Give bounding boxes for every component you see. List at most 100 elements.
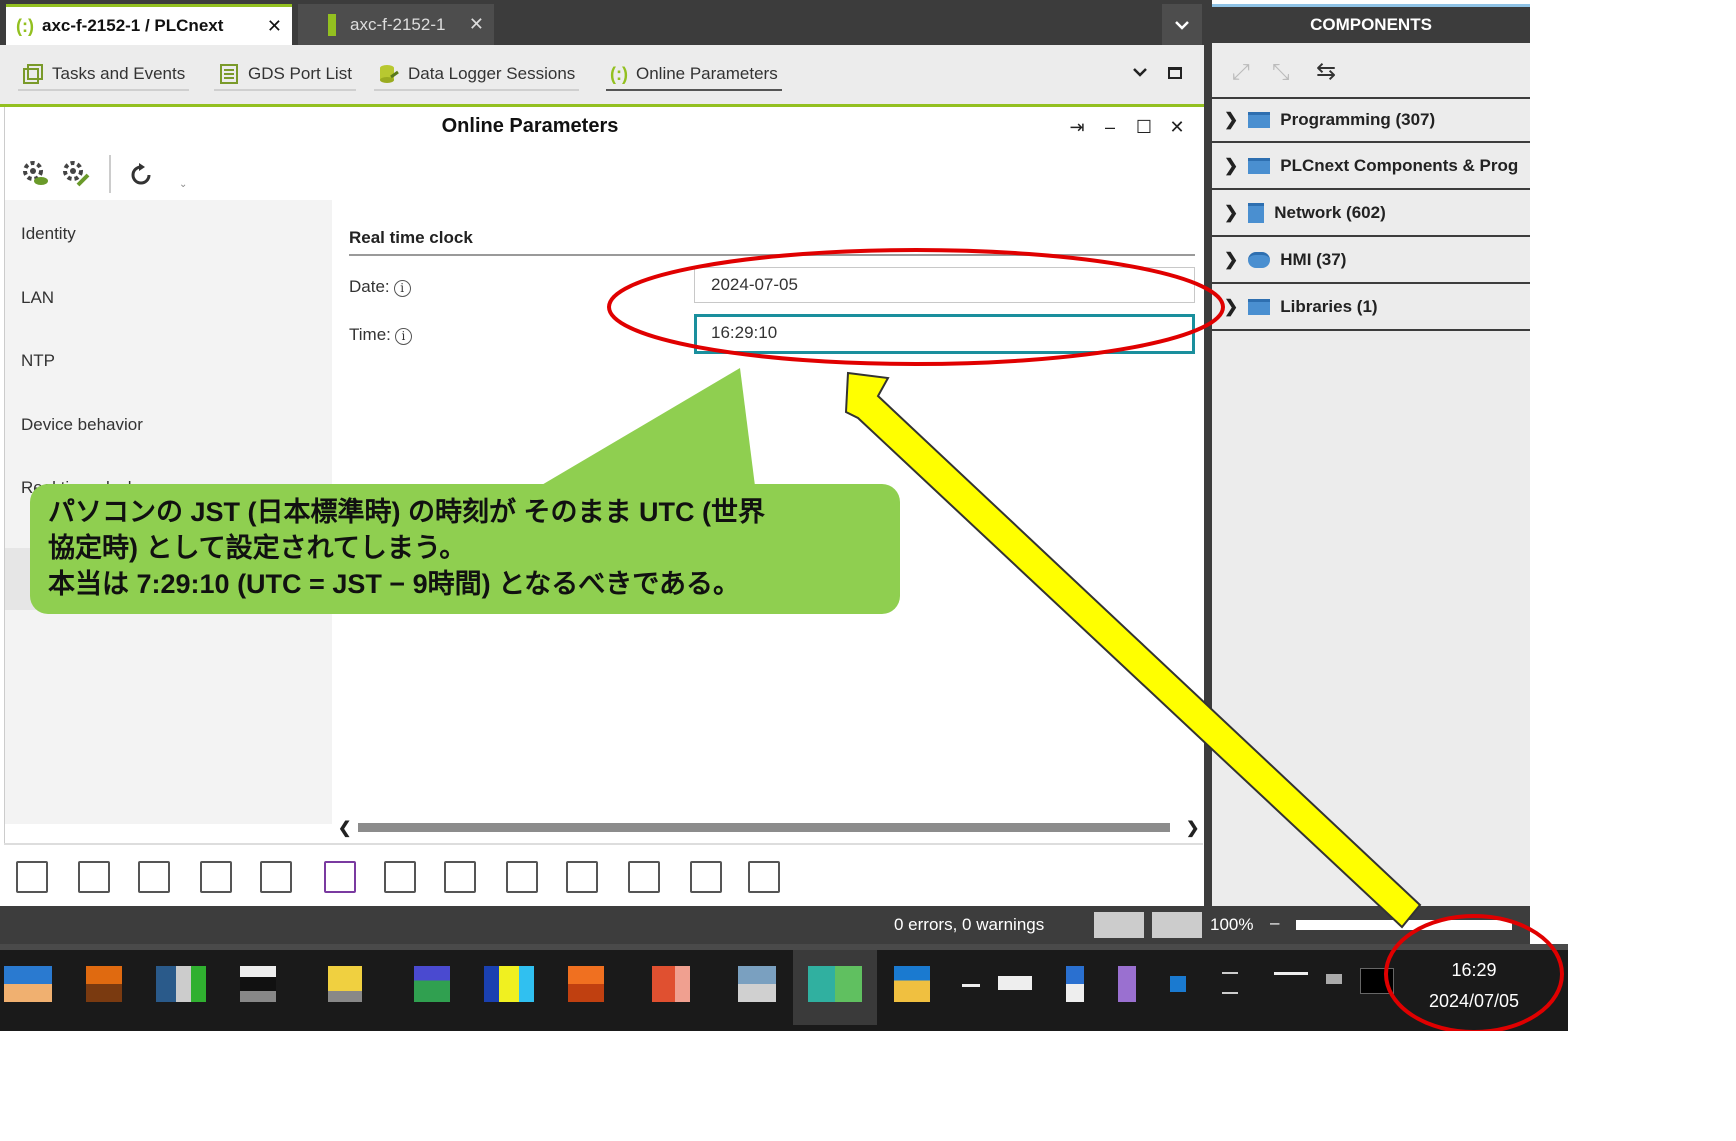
subtab-label: GDS Port List — [248, 64, 352, 83]
chevron-right-icon: ❯ — [1224, 297, 1239, 316]
date-field[interactable]: 2024-07-05 — [694, 267, 1195, 303]
chevron-right-icon: ❯ — [1224, 156, 1239, 175]
toggle-icon[interactable] — [690, 861, 722, 893]
subtab-online-parameters[interactable]: (:) Online Parameters — [606, 59, 782, 91]
taskbar-app-icon[interactable] — [240, 966, 276, 1002]
taskbar-app-icon[interactable] — [1066, 966, 1084, 1002]
info-icon[interactable]: i — [393, 280, 411, 297]
system-clock[interactable]: 16:29 2024/07/05 — [1420, 955, 1528, 1017]
taskbar-app-icon[interactable] — [1274, 972, 1308, 975]
section-title: Real time clock — [349, 228, 1195, 256]
component-plcnext-components[interactable]: ❯ PLCnext Components & Prog — [1212, 144, 1530, 190]
nav-item-device-behavior[interactable]: Device behavior — [21, 415, 143, 435]
network-device-icon — [1248, 203, 1265, 223]
document-tab-strip: (:) axc-f-2152-1 / PLCnext ✕ axc-f-2152-… — [0, 0, 1204, 45]
taskbar-app-icon[interactable] — [998, 976, 1032, 990]
variables-icon[interactable] — [200, 861, 232, 893]
close-icon[interactable]: ✕ — [1165, 117, 1189, 138]
messages-icon[interactable] — [16, 861, 48, 893]
restore-icon[interactable]: ☐ — [1132, 117, 1156, 138]
maximize-icon[interactable] — [1168, 67, 1182, 79]
close-icon[interactable]: ✕ — [469, 14, 484, 35]
search-icon[interactable] — [78, 861, 110, 893]
taskbar-app-plcnext-icon[interactable] — [808, 966, 862, 1002]
scroll-thumb[interactable] — [358, 823, 1170, 832]
weight-icon[interactable] — [506, 861, 538, 893]
info-icon[interactable]: i — [394, 328, 412, 345]
taskbar-app-icon[interactable] — [1222, 972, 1238, 994]
taskbar-app-icon[interactable] — [86, 966, 122, 1002]
taskbar-app-icon[interactable] — [484, 966, 534, 1002]
status-button-2[interactable] — [1152, 912, 1202, 938]
nav-item-identity[interactable]: Identity — [21, 224, 76, 244]
subtab-tasks-and-events[interactable]: Tasks and Events — [18, 59, 190, 91]
pin-icon[interactable]: ⇥ — [1065, 117, 1089, 138]
zoom-slider[interactable] — [1296, 920, 1512, 930]
clock-date: 2024/07/05 — [1428, 991, 1520, 1011]
tasks-icon — [23, 64, 43, 84]
trend-icon[interactable] — [444, 861, 476, 893]
online-parameters-panel: Online Parameters ⇥ – ☐ ✕ ⌄ Identity LAN… — [4, 107, 1203, 843]
cross-reference-icon[interactable] — [138, 861, 170, 893]
trash-icon[interactable] — [748, 861, 780, 893]
taskbar-app-icon[interactable] — [652, 966, 690, 1002]
library-icon — [1248, 299, 1271, 315]
nav-item-ntp[interactable]: NTP — [21, 351, 55, 371]
dropdown-icon[interactable]: ⌄ — [179, 179, 187, 190]
status-button-1[interactable] — [1094, 912, 1144, 938]
annotation-line-1: パソコンの JST (日本標準時) の時刻が そのまま UTC (世界 — [48, 497, 765, 527]
watch-icon[interactable] — [260, 861, 292, 893]
taskbar-app-icon[interactable] — [1170, 976, 1186, 992]
taskbar-app-icon[interactable] — [328, 966, 362, 1002]
taskbar-app-explorer-icon[interactable] — [4, 966, 52, 1002]
taskbar-app-icon[interactable] — [1118, 966, 1136, 1002]
scroll-left-icon[interactable]: ❮ — [338, 818, 351, 838]
gear-view-icon[interactable] — [21, 159, 51, 189]
component-hmi[interactable]: ❯ HMI (37) — [1212, 238, 1530, 284]
time-label: Time: i — [349, 325, 412, 345]
minimize-icon[interactable]: – — [1098, 117, 1122, 138]
date-label-text: Date: — [349, 277, 390, 296]
tab-plcnext-project[interactable]: (:) axc-f-2152-1 / PLCnext ✕ — [6, 4, 292, 45]
annotation-line-3: 本当は 7:29:10 (UTC = JST − 9時間) となるべきである。 — [48, 569, 741, 599]
splitter[interactable] — [1204, 0, 1212, 906]
glasses-icon[interactable] — [384, 861, 416, 893]
taskbar-app-icon[interactable] — [414, 966, 450, 1002]
taskbar-app-icon[interactable] — [962, 984, 980, 987]
terminal-icon[interactable] — [628, 861, 660, 893]
taskbar-app-icon[interactable] — [568, 966, 604, 1002]
close-icon[interactable]: ✕ — [267, 16, 282, 37]
component-programming[interactable]: ❯ Programming (307) — [1212, 97, 1530, 143]
taskbar-top-border — [0, 944, 1568, 950]
taskbar-app-icon[interactable] — [156, 966, 206, 1002]
hmi-icon — [1248, 252, 1271, 268]
subtab-gds-port-list[interactable]: GDS Port List — [214, 59, 356, 91]
swap-icon[interactable]: ⇆ — [1316, 57, 1336, 86]
refresh-icon[interactable] — [127, 161, 155, 189]
taskbar-app-icon[interactable] — [894, 966, 930, 1002]
chevron-right-icon: ❯ — [1224, 110, 1239, 129]
collapse-all-icon[interactable]: ⤡ — [1272, 59, 1290, 85]
screen: (:) axc-f-2152-1 / PLCnext ✕ axc-f-2152-… — [0, 0, 1568, 1031]
tab-menu-chevron-icon[interactable] — [1162, 4, 1202, 45]
online-parameters-icon: (:) — [16, 15, 34, 36]
zoom-out-icon[interactable]: – — [1270, 913, 1279, 933]
chevron-down-icon[interactable] — [1132, 65, 1148, 83]
gear-edit-icon[interactable] — [61, 159, 91, 189]
breakpoint-icon[interactable] — [566, 861, 598, 893]
taskbar-app-icon[interactable] — [1360, 968, 1394, 994]
subtab-data-logger-sessions[interactable]: Data Logger Sessions — [374, 59, 580, 91]
taskbar-app-icon[interactable] — [738, 966, 776, 1002]
notification-icon[interactable] — [324, 861, 356, 893]
bottom-toolbar — [4, 843, 1203, 906]
time-field[interactable]: 16:29:10 — [694, 314, 1195, 354]
scroll-right-icon[interactable]: ❯ — [1186, 818, 1199, 838]
tab-device[interactable]: axc-f-2152-1 ✕ — [298, 4, 494, 45]
component-network[interactable]: ❯ Network (602) — [1212, 191, 1530, 237]
expand-all-icon[interactable]: ⤢ — [1232, 59, 1250, 85]
error-summary[interactable]: 0 errors, 0 warnings — [894, 915, 1044, 935]
taskbar-app-icon[interactable] — [1326, 974, 1342, 984]
nav-item-lan[interactable]: LAN — [21, 288, 54, 308]
component-libraries[interactable]: ❯ Libraries (1) — [1212, 285, 1530, 331]
horizontal-scrollbar[interactable]: ❮ ❯ — [338, 818, 1204, 838]
